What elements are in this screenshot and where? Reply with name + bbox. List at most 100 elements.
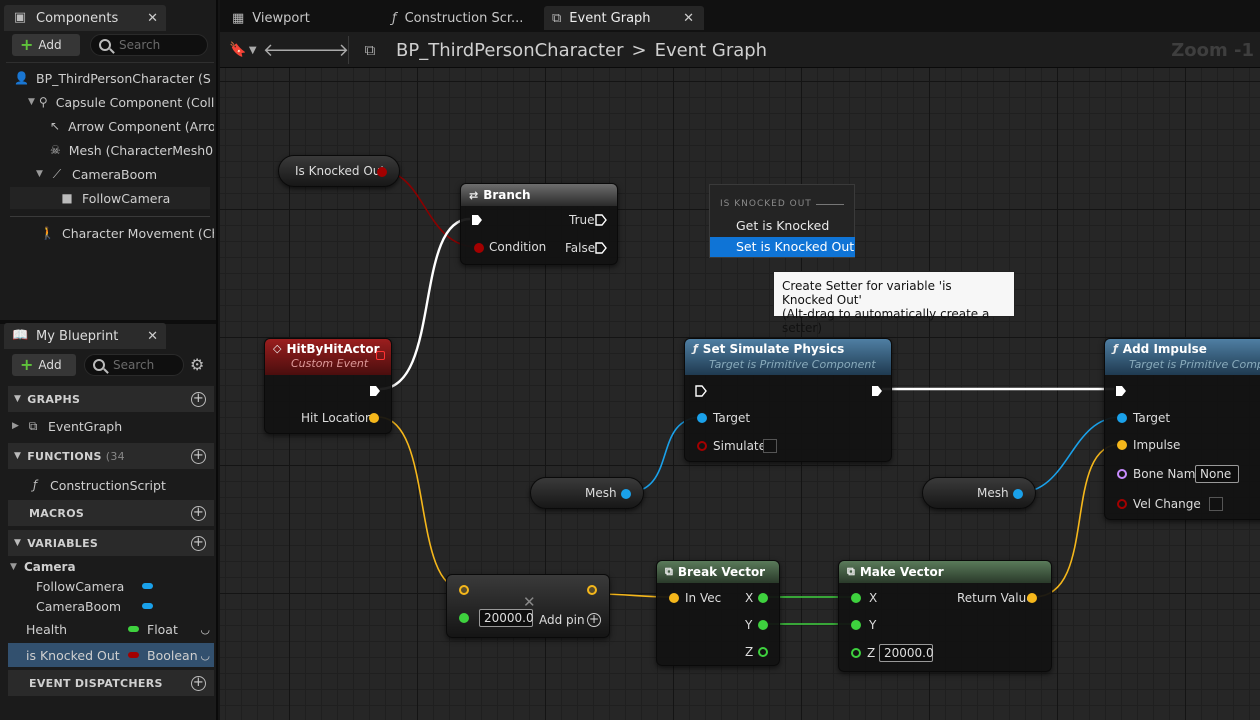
simulate-checkbox[interactable]	[763, 439, 777, 453]
hit-by-hit-actor-event-node[interactable]: ◇ HitByHitActor Custom Event Hit Locatio…	[264, 338, 392, 434]
my-blueprint-tab[interactable]: 📖 My Blueprint ✕	[4, 323, 166, 349]
z-value-input[interactable]: 20000.0	[879, 644, 934, 662]
close-icon[interactable]: ✕	[147, 329, 158, 344]
vel-change-pin[interactable]	[1117, 499, 1127, 509]
variable-health[interactable]: Health Float ◡	[8, 618, 214, 640]
eye-closed-icon[interactable]: ◡	[200, 623, 210, 636]
graph-item-eventgraph[interactable]: ▶ ⧉ EventGraph	[12, 415, 212, 437]
graph-canvas[interactable]: Is Knocked Out ⇄ Branch True Condition F…	[220, 68, 1260, 720]
condition-pin[interactable]	[474, 243, 484, 253]
bone-name-input[interactable]: None	[1195, 465, 1239, 483]
vector-output-pin[interactable]	[587, 585, 597, 595]
in-vec-pin[interactable]	[669, 593, 679, 603]
section-graphs[interactable]: ▼ GRAPHS +	[8, 386, 214, 412]
multiply-value-input[interactable]: 20000.0	[479, 609, 534, 627]
make-vector-node[interactable]: ⧉ Make Vector X Return Value Y Z 20000.0	[838, 560, 1052, 672]
tree-item-root[interactable]: 👤 BP_ThirdPersonCharacter (S	[14, 67, 214, 89]
node-title: Break Vector	[677, 565, 766, 579]
tab-event-graph[interactable]: ⧉ Event Graph ✕	[544, 6, 704, 30]
impulse-pin[interactable]	[1117, 440, 1127, 450]
bookmark-dropdown[interactable]: 🔖 ▼	[226, 38, 260, 62]
components-tab[interactable]: ▣ Components ✕	[4, 5, 166, 31]
back-button[interactable]: 🡐	[263, 38, 311, 62]
vector-output-pin[interactable]	[369, 413, 379, 423]
float-input-pin[interactable]	[459, 613, 469, 623]
components-search-input[interactable]: Search	[90, 34, 208, 56]
set-is-knocked-out-item[interactable]: Set is Knocked Out	[710, 237, 855, 257]
breadcrumb-graph[interactable]: Event Graph	[655, 40, 768, 61]
add-macro-icon[interactable]: +	[191, 505, 206, 521]
get-is-knocked-out-item[interactable]: Get is Knocked Out	[710, 216, 855, 253]
add-function-icon[interactable]: +	[191, 448, 206, 464]
forward-button[interactable]: 🡒	[301, 38, 349, 62]
tab-viewport[interactable]: ▦ Viewport	[224, 6, 318, 30]
expand-arrow-icon[interactable]: ▼	[36, 169, 46, 179]
gear-icon[interactable]: ⚙	[190, 355, 204, 374]
section-macros[interactable]: MACROS +	[8, 500, 214, 526]
mesh-getter-node[interactable]: Mesh	[530, 477, 644, 509]
expand-arrow-icon[interactable]: ▼	[28, 97, 35, 107]
delegate-pin[interactable]	[376, 351, 385, 360]
tab-construction-script[interactable]: ƒ Construction Scr...	[384, 6, 531, 30]
exec-false-pin[interactable]	[595, 242, 607, 254]
set-simulate-physics-node[interactable]: ƒ Set Simulate Physics Target is Primiti…	[684, 338, 892, 462]
is-knocked-out-getter-node[interactable]: Is Knocked Out	[278, 155, 400, 187]
eye-closed-icon[interactable]: ◡	[200, 649, 210, 662]
exec-input-pin[interactable]	[695, 385, 707, 397]
add-graph-icon[interactable]: +	[191, 391, 206, 407]
add-variable-icon[interactable]: +	[191, 535, 206, 551]
tree-item-arrow[interactable]: ↖ Arrow Component (Arrow	[50, 115, 214, 137]
z-output-pin[interactable]	[758, 647, 768, 657]
search-icon	[99, 39, 111, 51]
tree-item-capsule[interactable]: ▼ ⚲ Capsule Component (Collis	[28, 91, 214, 113]
section-functions[interactable]: ▼ FUNCTIONS (34 +	[8, 443, 214, 469]
x-output-pin[interactable]	[758, 593, 768, 603]
expand-arrow-icon[interactable]: ▶	[12, 421, 22, 431]
collapse-arrow-icon[interactable]: ▼	[10, 562, 20, 572]
y-output-pin[interactable]	[758, 620, 768, 630]
variable-cameraboom[interactable]: CameraBoom	[8, 595, 214, 617]
object-output-pin[interactable]	[1013, 489, 1023, 499]
vector-input-pin[interactable]	[459, 585, 469, 595]
add-dispatcher-icon[interactable]: +	[191, 675, 206, 691]
bool-output-pin[interactable]	[377, 167, 387, 177]
section-variables[interactable]: ▼ VARIABLES +	[8, 530, 214, 556]
variable-followcamera[interactable]: FollowCamera	[8, 575, 214, 597]
breadcrumb-blueprint[interactable]: BP_ThirdPersonCharacter	[396, 40, 623, 61]
close-icon[interactable]: ✕	[147, 11, 158, 26]
multiply-node[interactable]: ✕ 20000.0 Add pin +	[446, 574, 610, 638]
tree-item-mesh[interactable]: ☠ Mesh (CharacterMesh0)	[50, 139, 214, 161]
return-value-pin[interactable]	[1027, 593, 1037, 603]
blueprint-add-button[interactable]: + Add	[12, 354, 76, 376]
exec-input-pin[interactable]	[1115, 385, 1127, 397]
tree-item-cameraboom[interactable]: ▼ ⟋ CameraBoom	[36, 163, 214, 185]
y-input-pin[interactable]	[851, 620, 861, 630]
break-vector-node[interactable]: ⧉ Break Vector In Vec X Y Z	[656, 560, 780, 666]
vel-change-checkbox[interactable]	[1209, 497, 1223, 511]
target-pin[interactable]	[697, 413, 707, 423]
section-event-dispatchers[interactable]: EVENT DISPATCHERS +	[8, 670, 214, 696]
object-output-pin[interactable]	[621, 489, 631, 499]
tree-item-movement[interactable]: 🚶 Character Movement (Cha	[40, 222, 214, 244]
x-input-pin[interactable]	[851, 593, 861, 603]
branch-node[interactable]: ⇄ Branch True Condition False	[460, 183, 618, 265]
mesh-getter-node[interactable]: Mesh	[922, 477, 1036, 509]
exec-output-pin[interactable]	[871, 385, 883, 397]
exec-true-pin[interactable]	[595, 214, 607, 226]
tree-item-followcamera[interactable]: ■ FollowCamera	[10, 187, 210, 209]
event-icon: ◇	[273, 342, 282, 355]
target-pin[interactable]	[1117, 413, 1127, 423]
simulate-pin[interactable]	[697, 441, 707, 451]
components-add-button[interactable]: + Add	[12, 34, 80, 56]
add-pin-icon[interactable]: +	[587, 613, 601, 627]
bone-name-pin[interactable]	[1117, 469, 1127, 479]
add-pin-label[interactable]: Add pin	[539, 613, 585, 627]
exec-input-pin[interactable]	[471, 214, 483, 226]
variable-is-knocked-out[interactable]: is Knocked Out Boolean ◡	[8, 643, 214, 667]
function-item-constructionscript[interactable]: ƒ ConstructionScript	[28, 474, 214, 496]
add-impulse-node[interactable]: ƒ Add Impulse Target is Primitive Comp T…	[1104, 338, 1260, 520]
z-input-pin[interactable]	[851, 648, 861, 658]
blueprint-search-input[interactable]: Search	[84, 354, 184, 376]
close-icon[interactable]: ✕	[683, 11, 694, 26]
exec-output-pin[interactable]	[369, 385, 381, 397]
